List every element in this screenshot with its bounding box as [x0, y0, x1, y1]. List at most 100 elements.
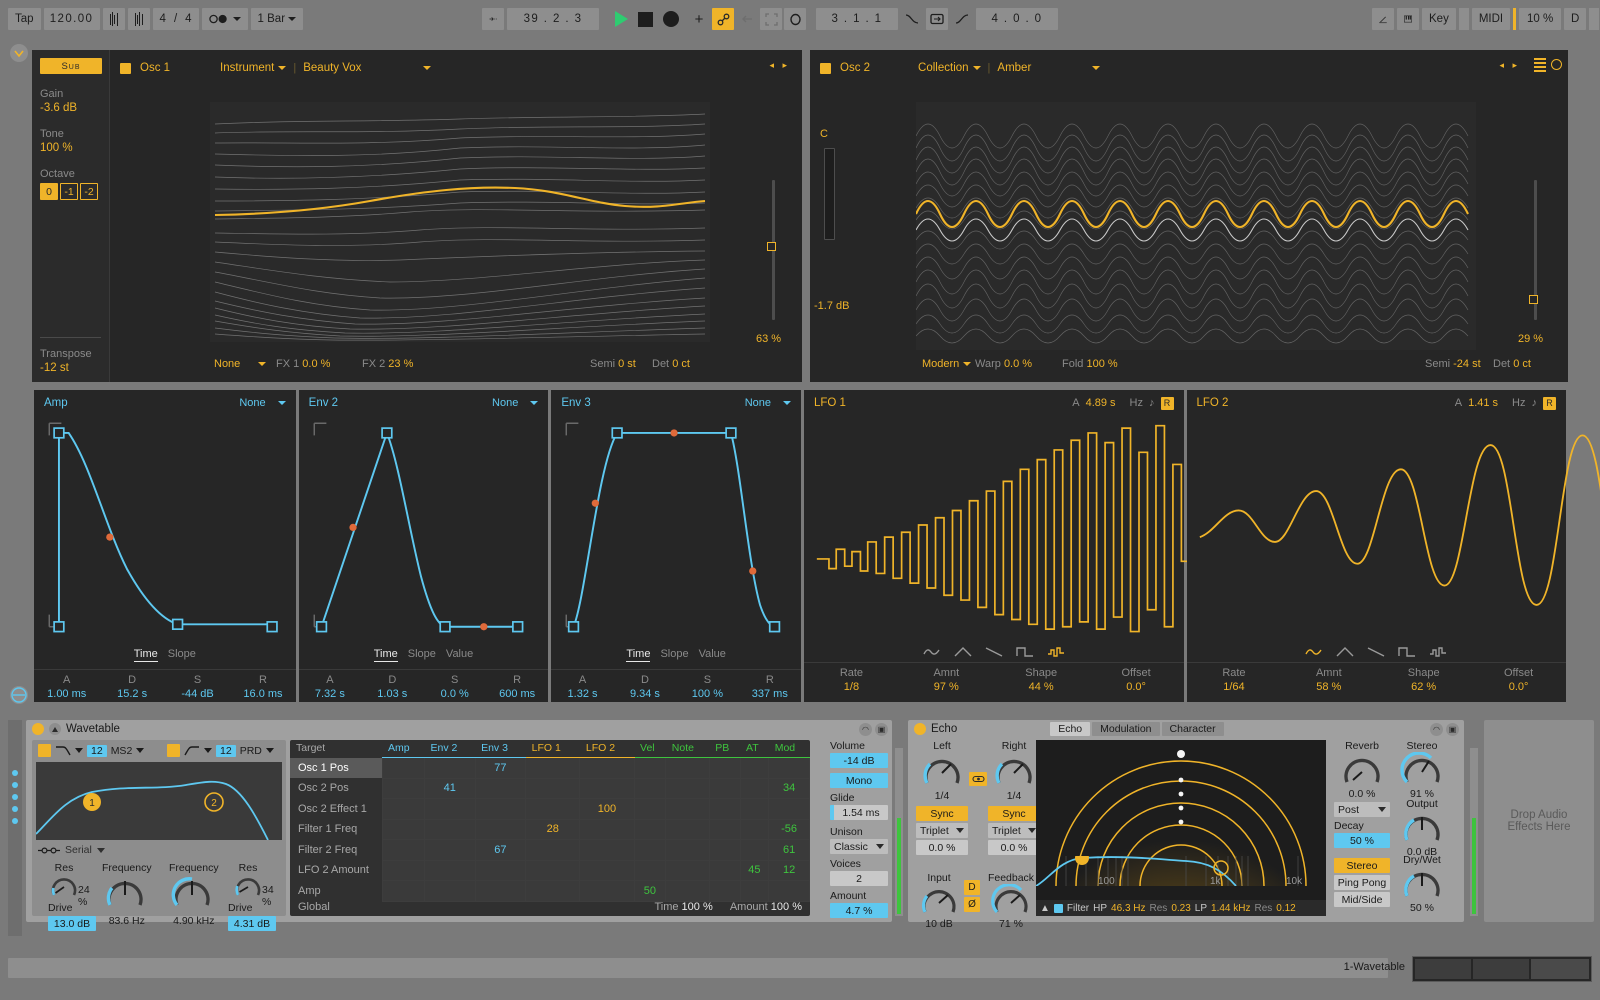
matrix-cell[interactable] [381, 839, 425, 861]
filter2-enable-switch[interactable] [167, 744, 180, 757]
matrix-cell[interactable] [381, 880, 425, 902]
matrix-row-label[interactable]: LFO 2 Amount [290, 860, 382, 881]
osc2-effect-select[interactable]: Modern [922, 358, 972, 370]
amp-release[interactable]: R 16.0 ms [230, 674, 295, 700]
tab-slope[interactable]: Slope [168, 648, 196, 662]
volume-value[interactable]: -14 dB [830, 753, 888, 768]
lfo2-offset[interactable]: Offset 0.0° [1471, 667, 1566, 693]
lfo2-shape[interactable]: Shape 62 % [1376, 667, 1471, 693]
echo-output-knob[interactable]: Output 0.0 dB [1394, 798, 1450, 858]
matrix-row-label[interactable]: Filter 1 Freq [290, 819, 382, 840]
matrix-cell[interactable] [665, 839, 710, 861]
macro-icon[interactable]: ◠ [1430, 722, 1443, 736]
punch-out-icon[interactable] [951, 8, 973, 30]
filter1-res-knob[interactable]: Res 24 % [48, 862, 90, 908]
status-message-field[interactable] [8, 958, 1388, 978]
matrix-cell[interactable] [768, 798, 810, 820]
matrix-cell[interactable] [633, 798, 667, 820]
env2-graph[interactable] [307, 416, 590, 634]
matrix-cell[interactable] [665, 859, 710, 881]
loop-length-field[interactable]: 4 . 0 . 0 [976, 8, 1058, 30]
tab-value[interactable]: Value [446, 648, 473, 662]
tab-value[interactable]: Value [699, 648, 726, 662]
matrix-cell[interactable] [474, 859, 527, 881]
lfo1-attack-value[interactable]: 4.89 s [1086, 397, 1116, 409]
matrix-cell[interactable] [423, 757, 476, 779]
save-preset-icon[interactable]: ▣ [1446, 722, 1459, 736]
echo-phase-badge[interactable]: Ø [964, 897, 980, 912]
key-map-button[interactable]: Key [1422, 8, 1456, 30]
matrix-row-label[interactable]: Amp [290, 880, 382, 901]
env3-sustain[interactable]: S 100 % [676, 674, 738, 700]
matrix-cell[interactable] [739, 880, 770, 902]
filter1-drive[interactable]: Drive 13.0 dB [48, 902, 96, 931]
matrix-cell[interactable] [708, 777, 741, 799]
echo-lp-res-value[interactable]: 0.12 [1276, 903, 1295, 914]
sub-gain-value[interactable]: -3.6 dB [40, 102, 101, 114]
env3-attack[interactable]: A 1.32 s [551, 674, 613, 700]
unison-mode-select[interactable]: Classic [830, 839, 888, 854]
osc2-wavetable-display[interactable] [916, 102, 1476, 350]
matrix-cell[interactable] [525, 839, 581, 861]
matrix-cell[interactable] [739, 798, 770, 820]
matrix-cell[interactable]: 67 [474, 839, 527, 861]
filter2-poles[interactable]: 12 [216, 744, 236, 757]
matrix-col-mod[interactable]: Mod [768, 740, 810, 758]
matrix-cell[interactable] [381, 757, 425, 779]
osc1-fx1[interactable]: FX 1 0.0 % [276, 358, 330, 370]
lfo1-unit-hz[interactable]: Hz [1130, 397, 1143, 409]
lfo1-shape[interactable]: Shape 44 % [994, 667, 1089, 693]
matrix-cell[interactable] [423, 818, 476, 840]
tab-time[interactable]: Time [626, 648, 651, 662]
osc2-circle-view-icon[interactable] [1551, 59, 1562, 70]
tab-echo[interactable]: Echo [1050, 722, 1091, 736]
lfo2-amount[interactable]: Amnt 58 % [1281, 667, 1376, 693]
matrix-cell[interactable] [381, 777, 425, 799]
matrix-cell[interactable] [665, 777, 710, 799]
punch-arrow-icon[interactable] [482, 8, 504, 30]
osc1-fx2[interactable]: FX 2 23 % [362, 358, 413, 370]
echo-hp-res-value[interactable]: 0.23 [1171, 903, 1190, 914]
echo-right-sync[interactable]: Sync [988, 806, 1040, 821]
matrix-col-pb[interactable]: PB [709, 740, 740, 758]
punch-in-icon[interactable] [901, 8, 923, 30]
matrix-cell[interactable] [739, 777, 770, 799]
tap-tempo-button[interactable]: Tap [8, 8, 41, 30]
midi-map-button[interactable]: MIDI [1471, 8, 1511, 30]
tab-time[interactable]: Time [133, 648, 158, 662]
amp-attack[interactable]: A 1.00 ms [34, 674, 99, 700]
tab-slope[interactable]: Slope [408, 648, 436, 662]
echo-reverb-knob[interactable]: Reverb 0.0 % [1334, 740, 1390, 800]
matrix-cell[interactable]: 61 [768, 839, 810, 861]
osc2-enable-switch[interactable] [820, 62, 831, 74]
lfo2-rate[interactable]: Rate 1/64 [1187, 667, 1282, 693]
sub-octave-0[interactable]: 0 [40, 183, 58, 200]
amp-decay[interactable]: D 15.2 s [99, 674, 164, 700]
echo-mode-stereo[interactable]: Stereo [1334, 858, 1390, 873]
matrix-cell[interactable] [708, 839, 741, 861]
env3-routing[interactable]: None [745, 397, 791, 409]
matrix-cell[interactable] [423, 839, 476, 861]
osc1-wavetable-nav[interactable]: ◂ ▸ [769, 60, 790, 71]
saw-down-shape-icon[interactable] [1367, 646, 1385, 658]
echo-mode-midside[interactable]: Mid/Side [1334, 892, 1390, 907]
matrix-cell[interactable] [768, 880, 810, 902]
echo-visualizer[interactable]: 100 1k 10k ▲ Filter HP 46.3 Hz Res 0.23 … [1036, 740, 1326, 916]
table-row[interactable]: Osc 2 Effect 1 100 [290, 798, 810, 820]
punch-icon[interactable] [760, 8, 782, 30]
lfo1-amount[interactable]: Amnt 97 % [899, 667, 994, 693]
table-row[interactable]: Amp 50 [290, 880, 810, 902]
lfo1-retrigger-badge[interactable]: R [1160, 396, 1174, 410]
matrix-col-vel[interactable]: Vel [634, 740, 666, 758]
square-shape-icon[interactable] [1016, 646, 1034, 658]
tab-slope[interactable]: Slope [660, 648, 688, 662]
matrix-cell[interactable] [525, 777, 581, 799]
osc2-level-slider[interactable] [824, 148, 835, 240]
echo-feedback-knob[interactable]: Feedback 71 % [986, 872, 1036, 930]
sub-tone-value[interactable]: 100 % [40, 142, 101, 154]
osc2-list-view-icon[interactable] [1534, 58, 1546, 74]
echo-position-select[interactable]: Post [1334, 802, 1390, 817]
sample-and-hold-shape-icon[interactable] [1429, 646, 1447, 658]
env3-decay[interactable]: D 9.34 s [614, 674, 676, 700]
computer-midi-keyboard-icon[interactable] [1397, 8, 1419, 30]
